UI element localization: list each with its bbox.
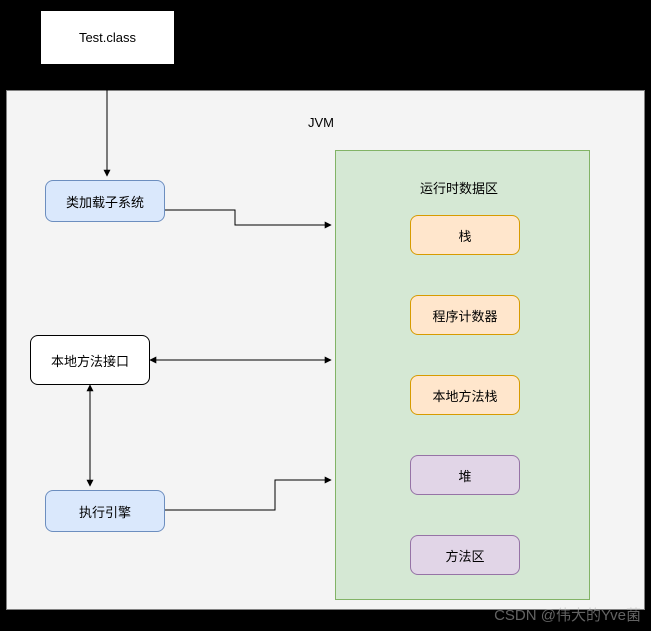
node-heap: 堆 bbox=[410, 455, 520, 495]
node-label: 方法区 bbox=[445, 546, 484, 565]
node-native-interface: 本地方法接口 bbox=[30, 335, 150, 385]
watermark: CSDN @伟大的Yve菌 bbox=[494, 604, 641, 625]
node-label: Test.class bbox=[79, 30, 136, 45]
node-native-stack: 本地方法栈 bbox=[410, 375, 520, 415]
node-test-class: Test.class bbox=[40, 10, 175, 65]
node-label: 程序计数器 bbox=[432, 306, 497, 325]
node-label: 堆 bbox=[458, 466, 471, 485]
node-method-area: 方法区 bbox=[410, 535, 520, 575]
node-execution-engine: 执行引擎 bbox=[45, 490, 165, 532]
node-pc-register: 程序计数器 bbox=[410, 295, 520, 335]
node-label: 本地方法栈 bbox=[432, 386, 497, 405]
jvm-title: JVM bbox=[308, 115, 334, 130]
node-stack: 栈 bbox=[410, 215, 520, 255]
node-label: 执行引擎 bbox=[79, 502, 131, 521]
node-label: 类加载子系统 bbox=[66, 192, 144, 211]
node-label: 栈 bbox=[458, 226, 471, 245]
diagram-canvas: Test.class JVM 类加载子系统 本地方法接口 执行引擎 运行时数据区… bbox=[0, 0, 651, 631]
node-label: 本地方法接口 bbox=[51, 351, 129, 370]
runtime-area-title: 运行时数据区 bbox=[420, 178, 498, 197]
node-class-loader: 类加载子系统 bbox=[45, 180, 165, 222]
